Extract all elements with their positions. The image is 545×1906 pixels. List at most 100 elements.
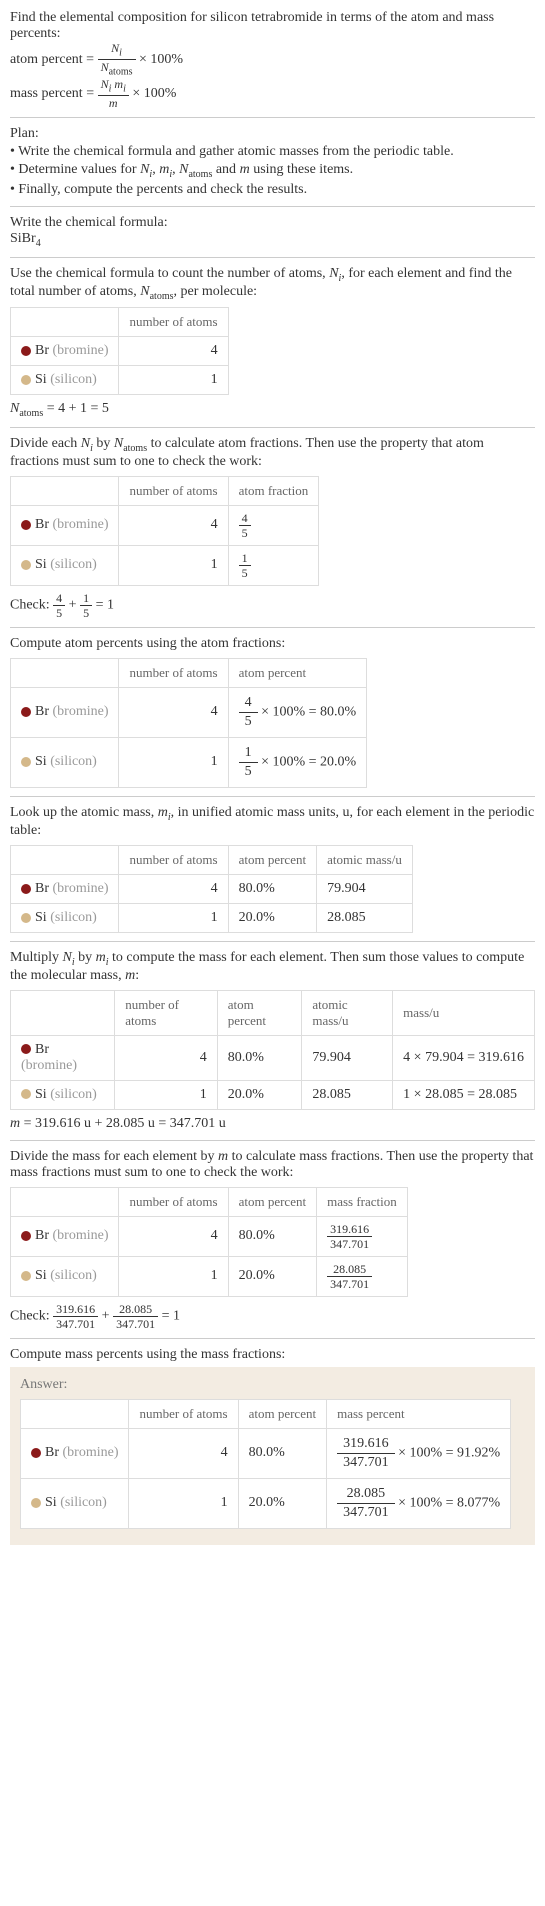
el: Br [35,517,49,532]
t: by [93,436,114,451]
note: (silicon) [50,557,97,572]
element-cell: Si (silicon) [11,903,119,932]
divider [10,1338,535,1339]
num: 4 [239,512,251,526]
silicon-dot-icon [21,757,31,767]
table-row: Br (bromine) 4 45 [11,505,319,545]
col-atoms: number of atoms [119,308,228,337]
t: Multiply [10,950,63,965]
col: mass/u [393,990,535,1035]
intro-text: Find the elemental composition for silic… [10,10,535,42]
table-header: number of atoms atom percent [11,658,367,687]
v: 79.904 [317,874,413,903]
silicon-dot-icon [31,1498,41,1508]
note: (silicon) [50,910,97,925]
res: × 100% = 20.0% [258,755,357,770]
d: 5 [239,713,258,731]
d: 5 [53,606,65,619]
note: (silicon) [50,1087,97,1102]
intro-block: Find the elemental composition for silic… [10,10,535,109]
col: number of atoms [119,476,228,505]
note: (bromine) [63,1445,119,1460]
divider [10,427,535,428]
silicon-dot-icon [21,560,31,570]
v: 4 [119,874,228,903]
n: 319.616 [327,1223,372,1237]
formula-block: Write the chemical formula: SiBr4 [10,215,535,249]
answer-table: number of atoms atom percent mass percen… [20,1399,511,1529]
eq: = 1 [162,1308,180,1323]
table-row: Si (silicon) 1 15 × 100% = 20.0% [11,737,367,787]
subscript: 4 [36,238,41,249]
v: 20.0% [217,1080,302,1109]
value: 4 [119,337,228,366]
label: Check: [10,598,53,613]
calc-cell: 319.616347.701 × 100% = 91.92% [327,1428,511,1478]
atomfrac-table: number of atoms atom fraction Br (bromin… [10,476,319,586]
intro: Look up the atomic mass, mi, in unified … [10,805,535,839]
table-row: Si (silicon) 1 20.0% 28.085347.701 × 100… [21,1478,511,1528]
el: Si [35,754,47,769]
bromine-dot-icon [21,520,31,530]
mass-total: m = 319.616 u + 28.085 u = 347.701 u [10,1116,535,1132]
element-cell: Br (bromine) [11,874,119,903]
note: (bromine) [21,1058,77,1073]
el: Si [35,1087,47,1102]
formula-title: Write the chemical formula: [10,215,535,231]
value: 4 [119,505,228,545]
table-row: Br (bromine) 4 45 × 100% = 80.0% [11,687,367,737]
col: mass fraction [317,1187,408,1216]
note: (silicon) [60,1495,107,1510]
silicon-dot-icon [21,913,31,923]
n: 319.616 [53,1303,98,1317]
v: 4 [115,1035,218,1080]
col: atom percent [238,1399,327,1428]
element-cell: Si (silicon) [11,737,119,787]
value: 1 [119,545,228,585]
el: Si [35,910,47,925]
fraction-cell: 319.616347.701 [317,1216,408,1256]
bromine-dot-icon [21,1231,31,1241]
v: 4 × 79.904 = 319.616 [393,1035,535,1080]
v: 1 [119,903,228,932]
mass-percent-formula: mass percent = Ni mi m × 100% [10,78,535,109]
element-cell: Si (silicon) [11,1080,115,1109]
t: Look up the atomic mass, [10,805,158,820]
silicon-dot-icon [21,375,31,385]
text: using these items. [250,162,353,177]
note: (silicon) [50,372,97,387]
table-header: number of atoms atom percent mass fracti… [11,1187,408,1216]
table-row: Si (silicon) 1 20.0% 28.085347.701 [11,1256,408,1296]
col: atom percent [228,658,367,687]
v: 80.0% [238,1428,327,1478]
col: number of atoms [119,1187,228,1216]
intro: Divide the mass for each element by m to… [10,1149,535,1181]
den: 5 [239,526,251,539]
answer-box: Answer: number of atoms atom percent mas… [10,1367,535,1545]
n: 319.616 [337,1435,395,1454]
divider [10,941,535,942]
note: (bromine) [53,704,109,719]
bromine-dot-icon [21,1044,31,1054]
n: 4 [239,694,258,713]
masspct-block: Compute mass percents using the mass fra… [10,1347,535,1545]
v: 20.0% [228,903,317,932]
plan-line-3: • Finally, compute the percents and chec… [10,182,535,198]
label: atom percent = [10,52,98,67]
divider [10,257,535,258]
massfrac-table: number of atoms atom percent mass fracti… [10,1187,408,1297]
table-row: Br (bromine) 4 80.0% 79.904 4 × 79.904 =… [11,1035,535,1080]
mass-calc-block: Multiply Ni by mi to compute the mass fo… [10,950,535,1132]
v: 1 [115,1080,218,1109]
el: Br [45,1445,59,1460]
n: 1 [239,744,258,763]
eq: = 1 [96,598,114,613]
table-header: number of atoms atom percent mass percen… [21,1399,511,1428]
d: 347.701 [337,1504,395,1522]
col: atom percent [228,845,317,874]
d: 5 [80,606,92,619]
v: 20.0% [238,1478,327,1528]
divider [10,206,535,207]
res: × 100% = 80.0% [258,705,357,720]
element-cell: Si (silicon) [11,366,119,395]
